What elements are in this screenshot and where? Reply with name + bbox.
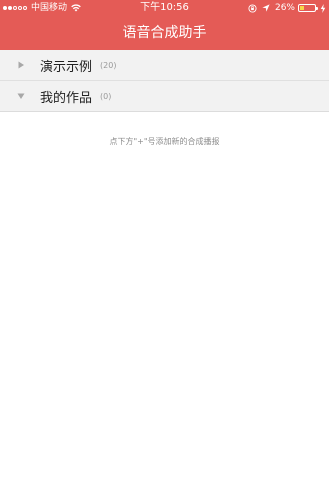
triangle-right-icon (18, 61, 24, 69)
battery-level-fill (300, 6, 304, 10)
empty-state-hint: 点下方"+"号添加新的合成播报 (109, 137, 220, 146)
charging-bolt-icon (320, 3, 326, 13)
navigation-bar: 语音合成助手 (0, 16, 329, 50)
battery-icon (298, 4, 318, 12)
page-title: 语音合成助手 (122, 25, 207, 41)
battery-percent: 26% (274, 3, 295, 13)
triangle-down-icon (17, 93, 25, 99)
section-header-my-works[interactable]: 我的作品 (0) (0, 81, 329, 112)
section-count: (0) (100, 91, 112, 101)
section-title: 我的作品 (40, 90, 93, 106)
section-count: (20) (100, 60, 117, 70)
status-bar: 中国移动 下午10:56 26% (0, 0, 329, 16)
app-screen: 中国移动 下午10:56 26% 语音合成助手 演示示例 (20) 我的作品 (… (0, 0, 329, 496)
section-title: 演示示例 (40, 59, 93, 75)
location-arrow-icon (262, 4, 270, 12)
section-header-demo-examples[interactable]: 演示示例 (20) (0, 50, 329, 81)
orientation-lock-icon (248, 3, 257, 13)
app-header: 中国移动 下午10:56 26% 语音合成助手 (0, 0, 329, 50)
status-bar-right: 26% (248, 0, 326, 16)
